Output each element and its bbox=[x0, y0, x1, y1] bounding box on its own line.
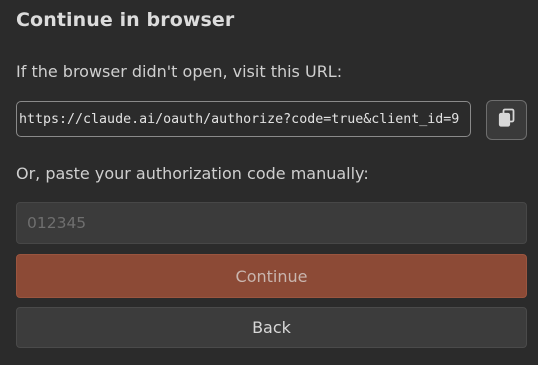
url-instructions: If the browser didn't open, visit this U… bbox=[16, 62, 343, 81]
copy-url-button[interactable] bbox=[486, 100, 527, 140]
continue-button[interactable]: Continue bbox=[16, 254, 527, 298]
auth-url-field[interactable]: https://claude.ai/oauth/authorize?code=t… bbox=[16, 101, 471, 137]
code-instructions: Or, paste your authorization code manual… bbox=[16, 164, 369, 183]
copy-icon bbox=[497, 108, 517, 132]
authorization-code-input[interactable] bbox=[16, 202, 527, 244]
dialog-title: Continue in browser bbox=[16, 9, 235, 31]
back-button[interactable]: Back bbox=[16, 307, 527, 348]
auth-url-text[interactable]: https://claude.ai/oauth/authorize?code=t… bbox=[19, 112, 459, 127]
